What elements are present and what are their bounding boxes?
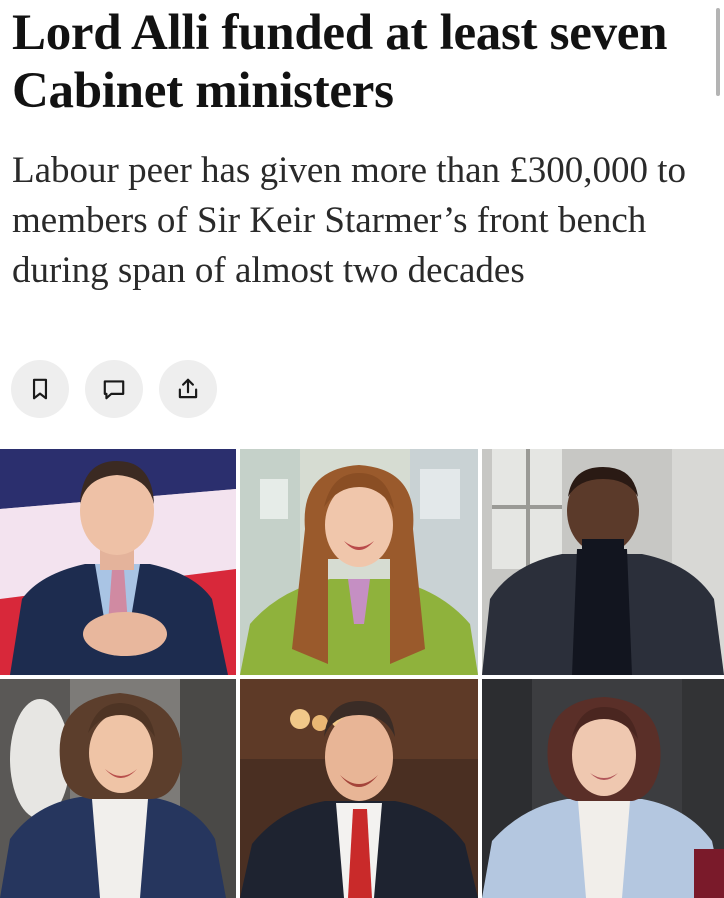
photo-minister-1[interactable] bbox=[0, 449, 236, 675]
share-button[interactable] bbox=[159, 360, 217, 418]
bookmark-icon bbox=[32, 378, 48, 400]
article-standfirst: Labour peer has given more than £300,000… bbox=[12, 150, 687, 291]
photo-minister-2[interactable] bbox=[240, 449, 478, 675]
photo-minister-5[interactable] bbox=[240, 679, 478, 898]
photo-minister-4[interactable] bbox=[0, 679, 236, 898]
article-actions bbox=[11, 360, 217, 418]
ministers-photo-grid bbox=[0, 449, 724, 898]
comment-button[interactable] bbox=[85, 360, 143, 418]
photo-minister-6[interactable] bbox=[482, 679, 724, 898]
comment-icon bbox=[103, 380, 125, 400]
article-headline: Lord Alli funded at least seven Cabinet … bbox=[12, 5, 668, 119]
scrollbar[interactable] bbox=[716, 8, 720, 96]
share-icon bbox=[178, 378, 198, 399]
photo-minister-3[interactable] bbox=[482, 449, 724, 675]
bookmark-button[interactable] bbox=[11, 360, 69, 418]
